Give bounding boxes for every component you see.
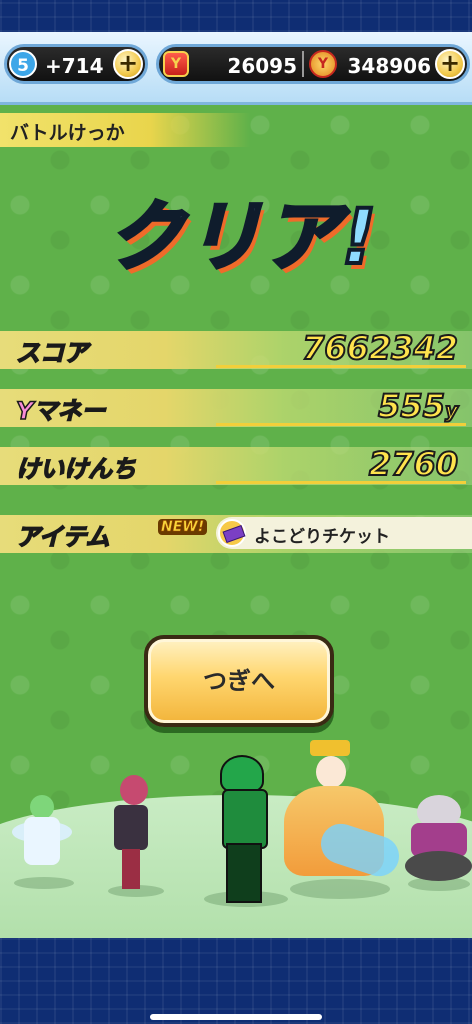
home-indicator[interactable] [150,1014,322,1020]
character-fairy [12,795,72,880]
ymoney-row: Yマネー 555y [0,385,472,431]
ymoney-value: 26095 [227,54,297,78]
ymoney-earned: 555y [377,386,459,426]
bottom-frame [0,938,472,1024]
ticket-icon [218,519,246,547]
clear-banner: クリア! [106,190,379,283]
exp-value: 2760 [368,444,459,484]
character-goddess-crown [310,740,350,756]
top-frame [0,0,472,32]
character-hero-legs [226,843,262,903]
new-badge: NEW! [158,519,208,535]
character-elder [405,795,472,885]
exp-row: けいけんち 2760 [0,443,472,489]
stamina-level-badge: 5 [9,50,37,78]
result-title: バトルけっか [10,122,125,144]
score-row: スコア 7662342 [0,327,472,373]
score-value: 7662342 [301,328,459,368]
add-stamina-button[interactable]: + [113,49,143,79]
character-fairy-head [30,795,54,819]
character-goddess-head [316,756,346,788]
ymoney-label: Yマネー [15,396,106,426]
item-name: よこどりチケット [254,527,390,547]
score-label: スコア [15,338,89,368]
stamina-value: +714 [45,54,104,78]
ypoints-icon: Y [309,50,337,78]
currency-bar: 5 +714 + Y 26095 Y 348906 + [0,32,472,105]
ymoney-icon: Y [163,51,189,77]
currency-pill: Y 26095 Y 348906 + [156,44,470,84]
ymoney-unit: y [444,397,459,423]
stamina-pill: 5 +714 + [4,44,148,84]
character-girl-legs [122,849,140,889]
battle-result-screen: バトルけっか クリア! スコア 7662342 Yマネー 555y けいけんち … [0,105,472,938]
currency-divider [302,51,304,77]
character-shadow [290,879,390,899]
character-hero-body [222,789,268,849]
item-label: アイテム [15,522,110,552]
character-elder-cloud [405,851,472,881]
next-button[interactable]: つぎへ [144,635,334,727]
exp-label: けいけんち [15,454,137,484]
character-hero [208,755,278,903]
add-currency-button[interactable]: + [435,49,465,79]
item-row: アイテム NEW! よこどりチケット [0,511,472,557]
ypoints-value: 348906 [347,54,432,78]
character-fairy-body [24,817,60,865]
character-goddess [270,740,405,882]
character-girl-hair [120,775,148,805]
character-hero-helmet [220,755,264,793]
ymoney-earned-value: 555 [377,386,446,426]
character-girl [100,775,160,890]
result-title-bar: バトルけっか [0,113,250,147]
character-girl-body [114,805,148,850]
